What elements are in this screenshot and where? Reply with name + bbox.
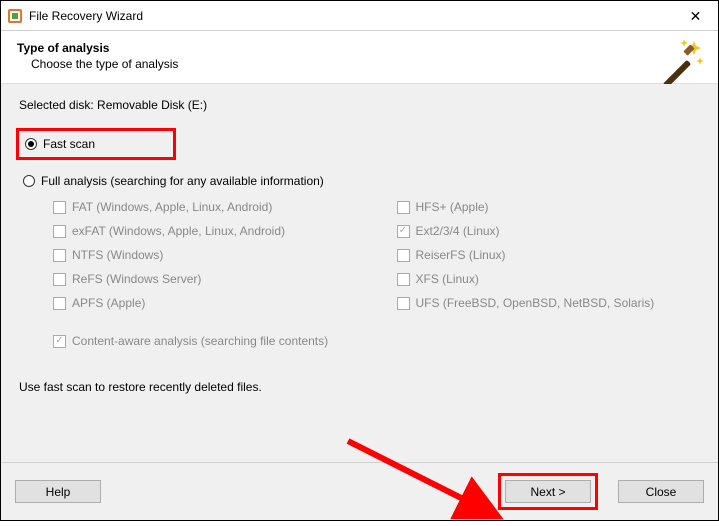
fs-ntfs[interactable]: NTFS (Windows) [53, 248, 357, 262]
radio-icon [23, 175, 35, 187]
next-button[interactable]: Next > [505, 480, 591, 503]
header-title: Type of analysis [17, 41, 702, 55]
wizard-window: File Recovery Wizard ✕ Type of analysis … [0, 0, 719, 521]
window-title: File Recovery Wizard [29, 9, 673, 23]
checkbox-icon: ✓ [397, 225, 410, 238]
close-button[interactable]: Close [618, 480, 704, 503]
fs-hfs[interactable]: HFS+ (Apple) [397, 200, 701, 214]
content-aware-option[interactable]: ✓ Content-aware analysis (searching file… [53, 334, 700, 348]
fs-fat[interactable]: FAT (Windows, Apple, Linux, Android) [53, 200, 357, 214]
window-close-button[interactable]: ✕ [673, 1, 718, 31]
checkbox-icon [397, 297, 410, 310]
fs-apfs[interactable]: APFS (Apple) [53, 296, 357, 310]
wizard-content: Selected disk: Removable Disk (E:) Fast … [1, 84, 718, 462]
fs-exfat[interactable]: exFAT (Windows, Apple, Linux, Android) [53, 224, 357, 238]
wizard-wand-icon [656, 37, 704, 85]
fs-xfs[interactable]: XFS (Linux) [397, 272, 701, 286]
checkbox-icon: ✓ [53, 335, 66, 348]
help-button[interactable]: Help [15, 480, 101, 503]
header-subtitle: Choose the type of analysis [31, 57, 702, 71]
hint-text: Use fast scan to restore recently delete… [19, 380, 700, 394]
checkbox-icon [53, 201, 66, 214]
checkbox-icon [53, 249, 66, 262]
fast-scan-label: Fast scan [43, 137, 95, 151]
filesystem-grid: FAT (Windows, Apple, Linux, Android) HFS… [53, 200, 700, 310]
fs-reiserfs[interactable]: ReiserFS (Linux) [397, 248, 701, 262]
checkbox-icon [397, 273, 410, 286]
content-aware-label: Content-aware analysis (searching file c… [72, 334, 328, 348]
radio-icon [25, 138, 37, 150]
app-icon [7, 8, 23, 24]
button-bar: Help Next > Close [1, 462, 718, 520]
selected-disk-label: Selected disk: Removable Disk (E:) [19, 98, 700, 112]
full-analysis-option[interactable]: Full analysis (searching for any availab… [19, 172, 700, 190]
fast-scan-option[interactable]: Fast scan [16, 128, 176, 160]
full-analysis-label: Full analysis (searching for any availab… [41, 174, 324, 188]
fs-ufs[interactable]: UFS (FreeBSD, OpenBSD, NetBSD, Solaris) [397, 296, 701, 310]
checkbox-icon [397, 201, 410, 214]
next-highlight: Next > [498, 473, 598, 510]
fs-refs[interactable]: ReFS (Windows Server) [53, 272, 357, 286]
checkbox-icon [53, 297, 66, 310]
titlebar: File Recovery Wizard ✕ [1, 1, 718, 31]
checkbox-icon [397, 249, 410, 262]
wizard-header: Type of analysis Choose the type of anal… [1, 31, 718, 84]
checkbox-icon [53, 273, 66, 286]
checkbox-icon [53, 225, 66, 238]
fs-ext[interactable]: ✓Ext2/3/4 (Linux) [397, 224, 701, 238]
close-icon: ✕ [690, 9, 702, 23]
